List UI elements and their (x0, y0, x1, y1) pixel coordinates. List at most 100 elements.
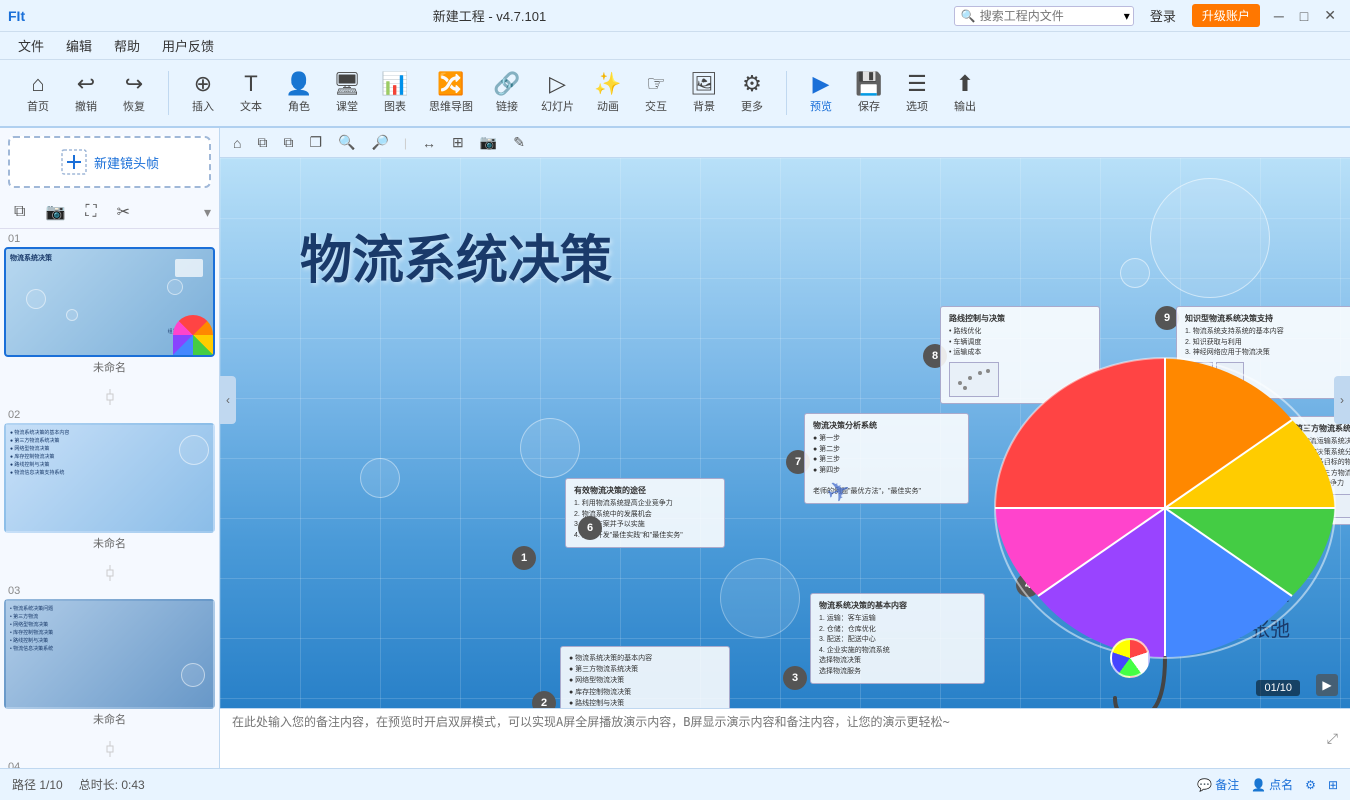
maximize-button[interactable]: □ (1294, 5, 1314, 26)
node-3-title: 物流系统决策的基本内容 (819, 600, 976, 611)
nav-next-button[interactable]: ▶ (1316, 674, 1338, 696)
status-path: 路径 1/10 (12, 776, 63, 793)
export-button[interactable]: ⬆ 输出 (943, 69, 987, 118)
deco-circle-2 (520, 418, 580, 478)
insert-icon: ⊕ (194, 73, 212, 95)
slides-list: 01 物流系统决策 组员：周玲丽 费欢熊如秀 罗园马桂梅 张弛 未命名 (0, 229, 219, 768)
new-frame-button[interactable]: 新建镜头帧 (8, 136, 211, 188)
slide-thumb-2[interactable]: ● 物流系统决策的基本内容 ● 第三方物流系统决策 ● 网络型物流决策 ● 库存… (4, 423, 215, 533)
character-button[interactable]: 👤 角色 (277, 69, 321, 118)
notes-expand-icon[interactable]: ⤢ (1327, 730, 1338, 747)
page-counter: 01/10 (1256, 680, 1300, 696)
canvas-zoomout-icon[interactable]: 🔎 (366, 132, 393, 153)
slide-label: 幻灯片 (541, 98, 574, 114)
node-3-box[interactable]: 物流系统决策的基本内容 1. 运输：客车运输 2. 仓储：仓库优化 3. 配送：… (810, 593, 985, 684)
notes-input[interactable] (232, 713, 1319, 764)
node-2-content: ● 物流系统决策的基本内容 ● 第三方物流系统决策 ● 网络型物流决策 ● 库存… (569, 653, 721, 708)
classroom-button[interactable]: 🖥 课堂 (325, 69, 369, 118)
slide-canvas[interactable]: 物流系统决策 组员：周玲丽 费欢 熊如秀 罗园 马桂梅 张弛 1 有效物流决策的… (220, 158, 1350, 708)
chart-label: 图表 (384, 98, 406, 114)
canvas-edit-icon[interactable]: ✎ (508, 132, 530, 153)
text-label: 文本 (240, 98, 262, 114)
fit-button[interactable]: ⛶ (79, 201, 102, 223)
search-box[interactable]: 🔍 ▾ (954, 6, 1134, 26)
settings-icon[interactable]: ⚙ (1305, 778, 1316, 792)
menu-edit[interactable]: 编辑 (56, 33, 102, 58)
undo-button[interactable]: ↩ 撤销 (64, 69, 108, 118)
canvas-zoomin-icon[interactable]: 🔍 (333, 132, 360, 153)
more-button[interactable]: ⚙ 更多 (730, 69, 774, 118)
title-bar-left: FIt (8, 8, 25, 24)
preview-label: 预览 (810, 98, 832, 114)
main-area: 新建镜头帧 ⧉ 📷 ⛶ ✂ ▾ 01 物流系统决策 组员：周玲丽 费欢熊如秀 罗… (0, 128, 1350, 768)
interact-icon: ☞ (646, 73, 666, 95)
bg-button[interactable]: 🖼 背景 (682, 69, 726, 118)
grid-icon[interactable]: ⊞ (1328, 778, 1338, 792)
login-button[interactable]: 登录 (1142, 4, 1184, 27)
canvas-copy-icon[interactable]: ⧉ (252, 132, 272, 153)
copy-frame-button[interactable]: ⧉ (8, 201, 31, 223)
dot-button[interactable]: 👤 点名 (1251, 776, 1293, 793)
animation-button[interactable]: ✨ 动画 (586, 69, 630, 118)
menu-help[interactable]: 帮助 (104, 33, 150, 58)
bg-icon: 🖼 (690, 73, 718, 95)
slide-divider-3 (4, 737, 215, 761)
crop-button[interactable]: ✂ (111, 200, 136, 224)
text-button[interactable]: T 文本 (229, 69, 273, 118)
canvas-fit-icon[interactable]: ↔ (417, 133, 441, 153)
close-button[interactable]: ✕ (1318, 5, 1342, 26)
deco-circle-4 (360, 458, 400, 498)
interact-button[interactable]: ☞ 交互 (634, 69, 678, 118)
options-button[interactable]: ☰ 选项 (895, 69, 939, 118)
slide-num-1: 01 (4, 233, 215, 245)
canvas-grid-icon[interactable]: ⊞ (447, 132, 469, 153)
preview-button[interactable]: ▶ 预览 (799, 69, 843, 118)
minimize-button[interactable]: ─ (1268, 5, 1290, 26)
comment-icon: 💬 (1197, 778, 1212, 792)
options-label: 选项 (906, 98, 928, 114)
canvas-toolbar-sep: | (400, 136, 411, 150)
chart-button[interactable]: 📊 图表 (373, 69, 417, 118)
deco-circle-3 (720, 558, 800, 638)
slide-thumb-3[interactable]: • 物流系统决策问题 • 第三方物流 • 网络型物流决策 • 库存控制物流决策 … (4, 599, 215, 709)
search-input[interactable] (980, 9, 1120, 23)
home-button[interactable]: ⌂ 首页 (16, 69, 60, 118)
slide-name-2: 未命名 (4, 533, 215, 553)
thumb-bubble-1 (26, 289, 46, 309)
person-icon: 👤 (1251, 778, 1266, 792)
canvas-frame-icon[interactable]: ❐ (304, 132, 327, 153)
link-button[interactable]: 🔗 链接 (485, 69, 529, 118)
node-2-box[interactable]: ● 物流系统决策的基本内容 ● 第三方物流系统决策 ● 网络型物流决策 ● 库存… (560, 646, 730, 708)
node-1-circle: 1 (512, 546, 536, 570)
slide-button[interactable]: ▷ 幻灯片 (533, 69, 582, 118)
canvas-camera-icon[interactable]: 📷 (475, 132, 502, 153)
thumb-3-bubble (181, 663, 205, 687)
slide-thumb-1[interactable]: 物流系统决策 组员：周玲丽 费欢熊如秀 罗园马桂梅 张弛 (4, 247, 215, 357)
save-button[interactable]: 💾 保存 (847, 69, 891, 118)
slide-item-1: 01 物流系统决策 组员：周玲丽 费欢熊如秀 罗园马桂梅 张弛 未命名 (4, 233, 215, 377)
home-label: 首页 (27, 98, 49, 114)
menu-file[interactable]: 文件 (8, 33, 54, 58)
mindmap-button[interactable]: 🔀 思维导图 (421, 69, 481, 118)
redo-button[interactable]: ↪ 恢复 (112, 69, 156, 118)
left-panel-collapse-button[interactable]: ‹ (220, 376, 236, 424)
upgrade-button[interactable]: 升级账户 (1192, 4, 1260, 27)
thumb-bubble-2 (66, 309, 78, 321)
canvas-home-icon[interactable]: ⌂ (228, 133, 246, 153)
menu-feedback[interactable]: 用户反馈 (152, 33, 224, 58)
more-icon: ⚙ (742, 73, 762, 95)
canvas-paste-icon[interactable]: ⧉ (278, 132, 298, 153)
insert-button[interactable]: ⊕ 插入 (181, 69, 225, 118)
comment-button[interactable]: 💬 备注 (1197, 776, 1239, 793)
right-panel-collapse-button[interactable]: › (1334, 376, 1350, 424)
undo-icon: ↩ (77, 73, 95, 95)
animation-icon: ✨ (594, 73, 621, 95)
node-7-title: 物流决策分析系统 (813, 420, 960, 431)
link-label: 链接 (496, 98, 518, 114)
node-8-title: 路线控制与决策 (949, 313, 1091, 324)
panel-collapse-icon[interactable]: ▾ (204, 204, 211, 221)
slide-content: 物流系统决策 组员：周玲丽 费欢 熊如秀 罗园 马桂梅 张弛 1 有效物流决策的… (220, 158, 1350, 708)
camera-button[interactable]: 📷 (39, 200, 71, 224)
node-2-circle: 2 (532, 691, 556, 708)
search-dropdown-icon[interactable]: ▾ (1124, 9, 1130, 23)
